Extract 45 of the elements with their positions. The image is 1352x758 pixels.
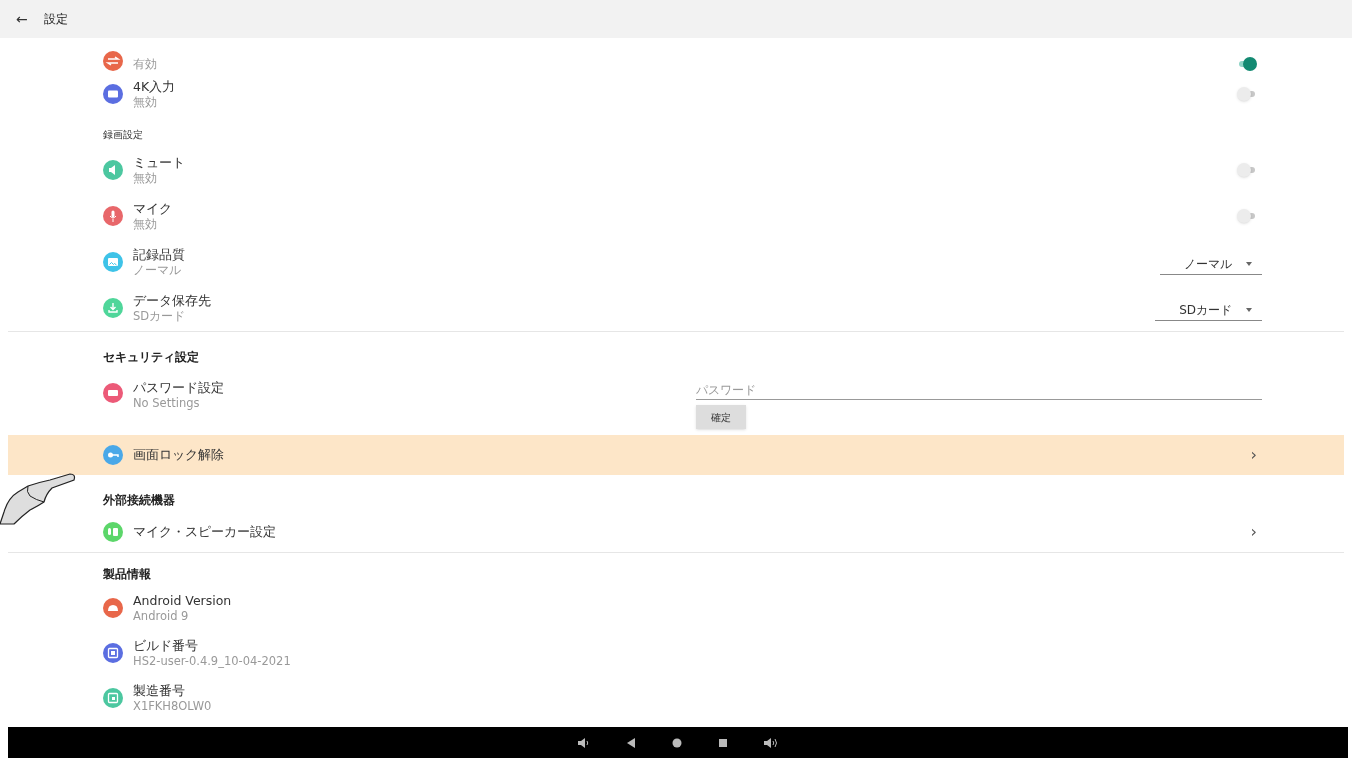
back-button[interactable]: ← — [16, 12, 28, 26]
back-triangle-icon[interactable] — [625, 736, 637, 749]
caret-icon — [1246, 307, 1252, 312]
dropdown-field[interactable]: ノーマル — [1160, 255, 1262, 275]
volume-up-icon[interactable] — [763, 736, 779, 749]
setting-summary: SDカード — [133, 309, 187, 323]
section-header: 録画設定 — [103, 129, 143, 140]
setting-title: 画面ロック解除 — [133, 447, 225, 463]
setting-title: データ保存先 — [133, 293, 212, 309]
setting-title: ビルド番号 — [133, 637, 199, 654]
setting-summary: 無効 — [133, 217, 158, 231]
settings-row[interactable]: 画面ロック解除 › — [8, 435, 1344, 475]
setting-title: Android Version — [133, 592, 233, 609]
setting-title: 記録品質 — [133, 247, 186, 263]
setting-title: 製造番号 — [133, 682, 186, 699]
setting-title: 4K入力 — [133, 79, 177, 95]
setting-summary: HS2-user-0.4.9_10-04-2021 — [133, 653, 292, 668]
section-header: 製品情報 — [103, 567, 151, 581]
setting-summary: No Settings — [133, 396, 201, 410]
toggle-switch[interactable] — [1237, 57, 1257, 71]
home-circle-icon[interactable] — [671, 736, 683, 749]
recents-square-icon[interactable] — [717, 736, 729, 749]
page-title: 設定 — [43, 11, 68, 28]
section-header: 外部接続機器 — [103, 493, 175, 507]
chevron-icon: › — [1250, 524, 1257, 540]
setting-summary: Android 9 — [133, 608, 190, 623]
setting-title: ミュート — [133, 155, 186, 171]
confirm-button[interactable]: 確定 — [696, 405, 746, 429]
toggle-switch[interactable] — [1237, 163, 1257, 177]
password-field[interactable]: パスワード — [696, 380, 1262, 400]
caret-icon — [1246, 261, 1252, 266]
setting-title: マイク — [133, 201, 173, 217]
dropdown-field[interactable]: SDカード — [1155, 301, 1262, 321]
setting-summary: 無効 — [133, 95, 158, 109]
chevron-icon: › — [1250, 447, 1257, 463]
setting-summary: 有効 — [133, 57, 158, 71]
setting-summary: 無効 — [133, 171, 158, 185]
toggle-switch[interactable] — [1237, 209, 1257, 223]
setting-summary: X1FKH8OLW0 — [133, 698, 213, 713]
toggle-switch[interactable] — [1237, 87, 1257, 101]
section-header: セキュリティ設定 — [103, 350, 199, 364]
setting-title: パスワード設定 — [133, 380, 225, 396]
volume-down-icon[interactable] — [577, 736, 591, 749]
setting-summary: ノーマル — [133, 263, 182, 277]
setting-title: マイク・スピーカー設定 — [133, 524, 277, 540]
